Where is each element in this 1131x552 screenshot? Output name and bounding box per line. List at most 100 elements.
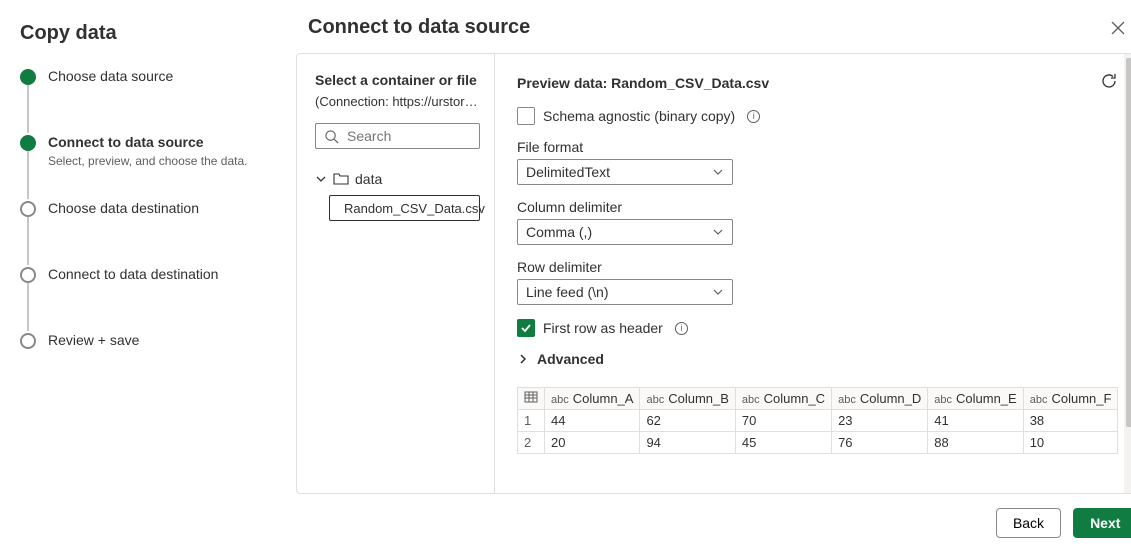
step-connector (27, 85, 29, 133)
search-icon (324, 129, 339, 144)
cell: 23 (832, 410, 928, 432)
rownum-header (518, 388, 545, 410)
step-connect-source[interactable]: Connect to data source Select, preview, … (20, 133, 260, 199)
scrollbar[interactable] (1124, 54, 1131, 493)
scrollbar-thumb[interactable] (1126, 58, 1131, 427)
folder-label: data (355, 171, 382, 187)
step-node-icon (20, 333, 36, 349)
schema-agnostic-row[interactable]: Schema agnostic (binary copy) i (517, 107, 1118, 125)
file-format-value: DelimitedText (526, 164, 610, 180)
step-connect-destination[interactable]: Connect to data destination (20, 265, 260, 331)
step-label: Review + save (48, 332, 260, 348)
search-input[interactable] (347, 128, 471, 144)
sidebar-title: Copy data (20, 22, 260, 45)
cell: 70 (735, 410, 831, 432)
col-header[interactable]: abcColumn_B (640, 388, 735, 410)
advanced-label: Advanced (537, 351, 604, 367)
close-button[interactable] (1107, 17, 1129, 39)
preview-table: abcColumn_A abcColumn_B abcColumn_C abcC… (517, 387, 1118, 454)
advanced-toggle[interactable]: Advanced (517, 351, 1118, 367)
sidebar: Copy data Choose data source Connect to … (0, 0, 280, 552)
step-review-save[interactable]: Review + save (20, 331, 260, 351)
file-browser-title: Select a container or file (315, 72, 480, 88)
chevron-down-icon (712, 286, 724, 298)
back-button[interactable]: Back (996, 508, 1061, 538)
schema-agnostic-label: Schema agnostic (binary copy) (543, 108, 735, 124)
step-list: Choose data source Connect to data sourc… (20, 67, 260, 351)
page-title: Connect to data source (308, 16, 530, 39)
step-sub: Select, preview, and choose the data. (48, 154, 260, 168)
row-delimiter-dropdown[interactable]: Line feed (\n) (517, 279, 733, 305)
rownum-cell: 1 (518, 410, 545, 432)
first-row-header-checkbox[interactable] (517, 319, 535, 337)
col-header[interactable]: abcColumn_E (928, 388, 1023, 410)
schema-agnostic-checkbox[interactable] (517, 107, 535, 125)
col-header[interactable]: abcColumn_D (832, 388, 928, 410)
table-icon (524, 391, 538, 403)
content-panel: Select a container or file (Connection: … (296, 53, 1131, 494)
file-format-dropdown[interactable]: DelimitedText (517, 159, 733, 185)
column-delimiter-label: Column delimiter (517, 199, 1118, 215)
refresh-button[interactable] (1100, 72, 1118, 93)
chevron-down-icon (315, 173, 327, 185)
col-header[interactable]: abcColumn_A (545, 388, 640, 410)
column-delimiter-value: Comma (,) (526, 224, 592, 240)
step-connector (27, 151, 29, 199)
table-header-row: abcColumn_A abcColumn_B abcColumn_C abcC… (518, 388, 1118, 410)
next-button[interactable]: Next (1073, 508, 1131, 538)
preview-panel: Preview data: Random_CSV_Data.csv Schema… (495, 54, 1131, 493)
info-icon[interactable]: i (675, 322, 688, 335)
preview-title: Preview data: Random_CSV_Data.csv (517, 75, 769, 91)
cell: 41 (928, 410, 1023, 432)
folder-row[interactable]: data (315, 167, 480, 191)
step-connector (27, 217, 29, 265)
first-row-header-label: First row as header (543, 320, 663, 336)
connection-label: (Connection: https://urstora... (315, 94, 480, 109)
step-node-icon (20, 201, 36, 217)
close-icon (1110, 20, 1126, 36)
refresh-icon (1100, 72, 1118, 90)
step-label: Connect to data destination (48, 266, 260, 282)
chevron-down-icon (712, 166, 724, 178)
col-header[interactable]: abcColumn_C (735, 388, 831, 410)
file-label: Random_CSV_Data.csv (344, 201, 485, 216)
step-node-icon (20, 69, 36, 85)
file-browser-panel: Select a container or file (Connection: … (297, 54, 495, 493)
main: Connect to data source Select a containe… (280, 0, 1131, 552)
cell: 38 (1023, 410, 1118, 432)
cell: 10 (1023, 432, 1118, 454)
chevron-down-icon (712, 226, 724, 238)
file-format-label: File format (517, 139, 1118, 155)
folder-icon (333, 172, 349, 186)
step-label: Connect to data source (48, 134, 260, 150)
step-connector (27, 283, 29, 331)
step-choose-destination[interactable]: Choose data destination (20, 199, 260, 265)
cell: 45 (735, 432, 831, 454)
table-row[interactable]: 1 44 62 70 23 41 38 (518, 410, 1118, 432)
file-row-selected[interactable]: Random_CSV_Data.csv (329, 195, 480, 221)
step-label: Choose data source (48, 68, 260, 84)
footer: Back Next (280, 494, 1131, 552)
check-icon (520, 322, 532, 334)
first-row-header-row[interactable]: First row as header i (517, 319, 1118, 337)
cell: 76 (832, 432, 928, 454)
table-row[interactable]: 2 20 94 45 76 88 10 (518, 432, 1118, 454)
cell: 88 (928, 432, 1023, 454)
col-header[interactable]: abcColumn_F (1023, 388, 1118, 410)
step-label: Choose data destination (48, 200, 260, 216)
cell: 94 (640, 432, 735, 454)
step-choose-source[interactable]: Choose data source (20, 67, 260, 133)
info-icon[interactable]: i (747, 110, 760, 123)
chevron-right-icon (517, 353, 529, 365)
column-delimiter-dropdown[interactable]: Comma (,) (517, 219, 733, 245)
main-header: Connect to data source (280, 10, 1131, 53)
row-delimiter-label: Row delimiter (517, 259, 1118, 275)
step-node-icon (20, 135, 36, 151)
row-delimiter-value: Line feed (\n) (526, 284, 609, 300)
rownum-cell: 2 (518, 432, 545, 454)
search-input-wrapper[interactable] (315, 123, 480, 149)
cell: 20 (545, 432, 640, 454)
cell: 44 (545, 410, 640, 432)
step-node-icon (20, 267, 36, 283)
cell: 62 (640, 410, 735, 432)
